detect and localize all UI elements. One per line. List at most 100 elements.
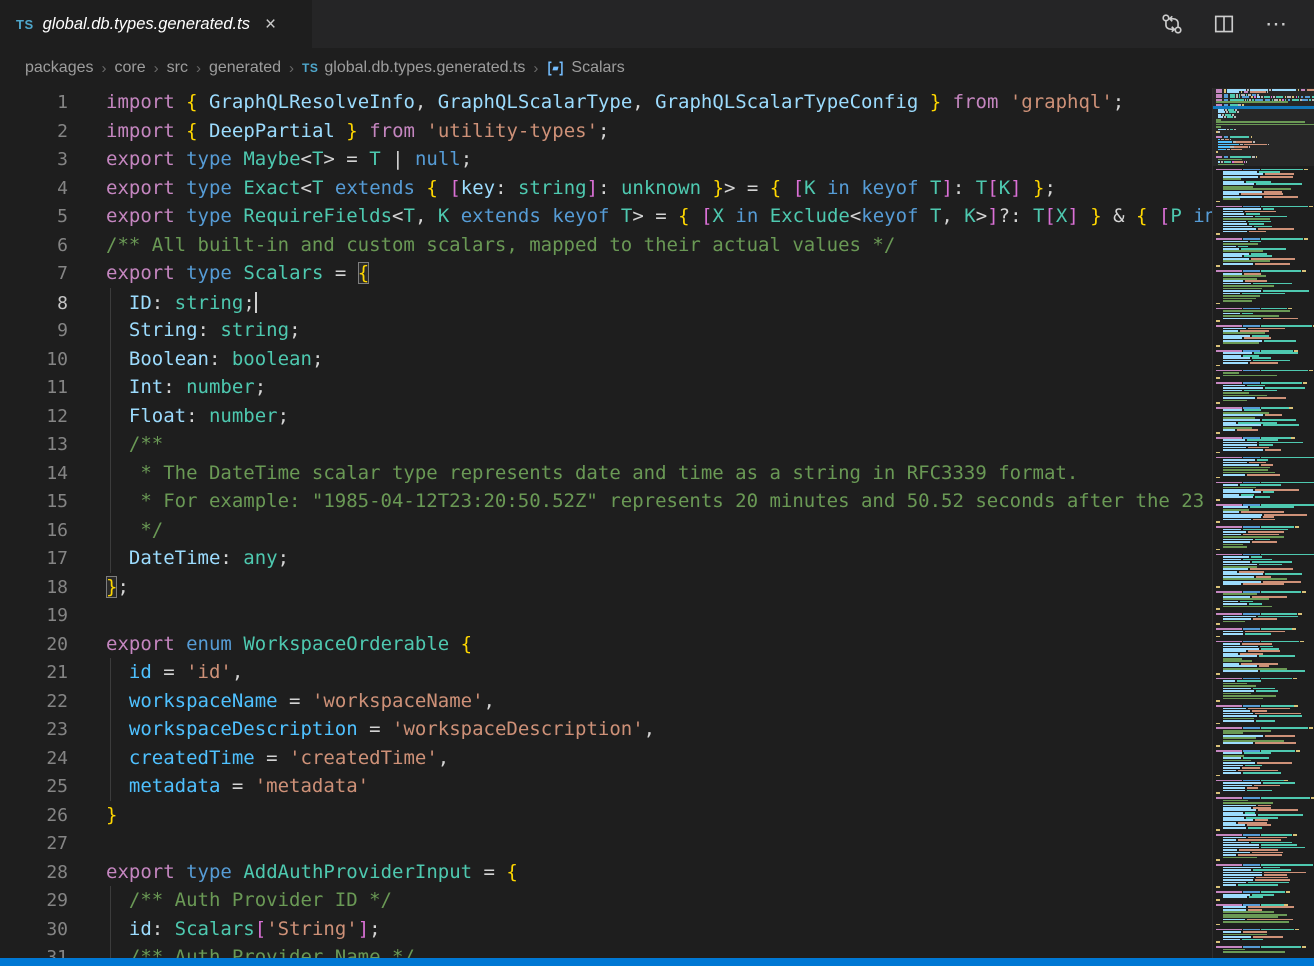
line-number[interactable]: 3 [0, 146, 68, 175]
status-bar [0, 958, 1314, 966]
code-line[interactable]: 7export type Scalars = { [0, 259, 1212, 288]
code-line[interactable]: 19 [0, 601, 1212, 630]
breadcrumb-item-src[interactable]: src [167, 59, 188, 77]
line-number[interactable]: 23 [0, 716, 68, 745]
line-number[interactable]: 13 [0, 431, 68, 460]
code-line[interactable]: 14 * The DateTime scalar type represents… [0, 459, 1212, 488]
indent-guide [110, 886, 111, 915]
line-number[interactable]: 15 [0, 488, 68, 517]
code-line[interactable]: 3export type Maybe<T> = T | null; [0, 145, 1212, 174]
split-editor-icon [1213, 13, 1235, 35]
line-number[interactable]: 1 [0, 89, 68, 118]
split-editor-button[interactable] [1213, 13, 1235, 35]
code-line[interactable]: 1import { GraphQLResolveInfo, GraphQLSca… [0, 88, 1212, 117]
line-number[interactable]: 14 [0, 460, 68, 489]
code-line[interactable]: 10 Boolean: boolean; [0, 345, 1212, 374]
breadcrumb-file-label: global.db.types.generated.ts [324, 59, 525, 77]
close-icon[interactable]: × [265, 15, 276, 34]
breadcrumb-item-generated[interactable]: generated [209, 59, 281, 77]
code-line[interactable]: 21 id = 'id', [0, 658, 1212, 687]
code-editor[interactable]: 1import { GraphQLResolveInfo, GraphQLSca… [0, 88, 1212, 958]
indent-guide [110, 516, 111, 545]
code-line[interactable]: 22 workspaceName = 'workspaceName', [0, 687, 1212, 716]
line-number[interactable]: 31 [0, 944, 68, 958]
line-number[interactable]: 8 [0, 290, 68, 319]
code-line[interactable]: 27 [0, 829, 1212, 858]
compare-changes-icon [1161, 13, 1183, 35]
code-line[interactable]: 31 /** Auth Provider Name */ [0, 943, 1212, 958]
line-number[interactable]: 26 [0, 802, 68, 831]
minimap-content [1213, 89, 1314, 954]
code-line[interactable]: 18}; [0, 573, 1212, 602]
line-number[interactable]: 9 [0, 317, 68, 346]
line-number[interactable]: 2 [0, 118, 68, 147]
breadcrumb-item-core[interactable]: core [115, 59, 146, 77]
code-line[interactable]: 20export enum WorkspaceOrderable { [0, 630, 1212, 659]
code-line[interactable]: 13 /** [0, 430, 1212, 459]
more-actions-button[interactable]: ⋯ [1265, 11, 1288, 37]
code-line[interactable]: 5export type RequireFields<T, K extends … [0, 202, 1212, 231]
open-changes-button[interactable] [1161, 13, 1183, 35]
indent-guide [110, 687, 111, 716]
code-line[interactable]: 11 Int: number; [0, 373, 1212, 402]
line-number[interactable]: 10 [0, 346, 68, 375]
code-line[interactable]: 16 */ [0, 516, 1212, 545]
line-number[interactable]: 28 [0, 859, 68, 888]
line-number[interactable]: 7 [0, 260, 68, 289]
indent-guide [110, 943, 111, 958]
code-line[interactable]: 15 * For example: "1985-04-12T23:20:50.5… [0, 487, 1212, 516]
indent-guide [110, 430, 111, 459]
indent-guide [110, 345, 111, 374]
line-number[interactable]: 11 [0, 374, 68, 403]
line-number[interactable]: 30 [0, 916, 68, 945]
code-line[interactable]: 30 id: Scalars['String']; [0, 915, 1212, 944]
breadcrumb: packages › core › src › generated › TS g… [0, 48, 1314, 88]
indent-guide [110, 915, 111, 944]
code-line[interactable]: 26} [0, 801, 1212, 830]
line-number[interactable]: 20 [0, 631, 68, 660]
line-number[interactable]: 29 [0, 887, 68, 916]
indent-guide [110, 544, 111, 573]
indent-guide [110, 772, 111, 801]
code-line[interactable]: 17 DateTime: any; [0, 544, 1212, 573]
line-number[interactable]: 17 [0, 545, 68, 574]
code-line[interactable]: 4export type Exact<T extends { [key: str… [0, 174, 1212, 203]
indent-guide [110, 402, 111, 431]
line-number[interactable]: 19 [0, 602, 68, 631]
code-line[interactable]: 24 createdTime = 'createdTime', [0, 744, 1212, 773]
code-line[interactable]: 2import { DeepPartial } from 'utility-ty… [0, 117, 1212, 146]
code-line[interactable]: 8 ID: string; [0, 288, 1212, 317]
indent-guide [110, 658, 111, 687]
breadcrumb-item-file[interactable]: TS global.db.types.generated.ts [302, 59, 525, 77]
line-number[interactable]: 24 [0, 745, 68, 774]
line-number[interactable]: 22 [0, 688, 68, 717]
code-lines: 1import { GraphQLResolveInfo, GraphQLSca… [0, 88, 1212, 958]
line-number[interactable]: 5 [0, 203, 68, 232]
breadcrumb-separator: › [288, 60, 295, 77]
typescript-file-icon: TS [16, 17, 34, 32]
line-number[interactable]: 25 [0, 773, 68, 802]
code-line[interactable]: 28export type AddAuthProviderInput = { [0, 858, 1212, 887]
indent-guide [110, 373, 111, 402]
breadcrumb-separator: › [532, 60, 539, 77]
minimap-cursor-line [1213, 106, 1314, 109]
typescript-file-icon: TS [302, 61, 318, 75]
line-number[interactable]: 12 [0, 403, 68, 432]
code-line[interactable]: 29 /** Auth Provider ID */ [0, 886, 1212, 915]
minimap[interactable] [1212, 88, 1314, 958]
line-number[interactable]: 16 [0, 517, 68, 546]
breadcrumb-item-scalars-symbol[interactable]: Scalars [546, 59, 624, 78]
line-number[interactable]: 6 [0, 232, 68, 261]
line-number[interactable]: 27 [0, 830, 68, 859]
code-line[interactable]: 12 Float: number; [0, 402, 1212, 431]
line-number[interactable]: 18 [0, 574, 68, 603]
breadcrumb-item-packages[interactable]: packages [25, 59, 94, 77]
code-line[interactable]: 23 workspaceDescription = 'workspaceDesc… [0, 715, 1212, 744]
code-line[interactable]: 6/** All built-in and custom scalars, ma… [0, 231, 1212, 260]
code-line[interactable]: 9 String: string; [0, 316, 1212, 345]
line-number[interactable]: 21 [0, 659, 68, 688]
line-number[interactable]: 4 [0, 175, 68, 204]
code-line[interactable]: 25 metadata = 'metadata' [0, 772, 1212, 801]
tab-global-db-types[interactable]: TS global.db.types.generated.ts × [0, 0, 312, 48]
breadcrumb-symbol-label: Scalars [571, 59, 624, 77]
